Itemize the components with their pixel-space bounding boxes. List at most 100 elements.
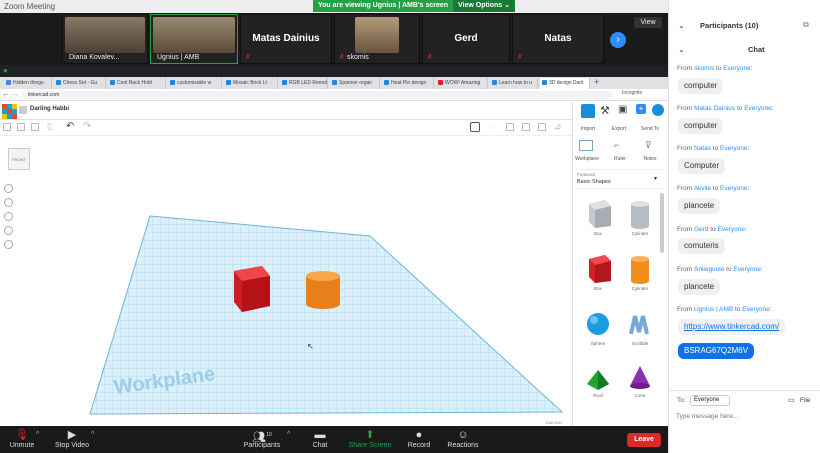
share-screen-button[interactable]: ⬆ Share Screen — [342, 428, 398, 449]
browser-tab[interactable]: Mosaic Brick Lt — [224, 78, 278, 89]
collapse-participants-icon[interactable]: ⌄ — [678, 21, 685, 30]
to-label: To: — [677, 397, 686, 404]
reactions-button[interactable]: ☺ Reactions — [435, 428, 491, 449]
notes-icon[interactable]: ⊽ — [645, 140, 652, 151]
browser-tab[interactable]: Chess Set - Gu — [54, 78, 106, 89]
participants-options-icon[interactable]: ^ — [287, 431, 290, 438]
delete-icon[interactable]: ▯ — [47, 121, 52, 132]
collapse-chat-icon[interactable]: ⌄ — [678, 45, 685, 54]
tinkercad-toolbar: ▯ ↶ ↷ ◌ ⊿ — [0, 120, 572, 136]
cylinder-icon — [631, 256, 649, 284]
hammer-icon[interactable]: ⚒ — [600, 104, 610, 117]
chat-message-selected[interactable]: BSRAG67Q2M6V — [678, 343, 755, 359]
undo-icon[interactable]: ↶ — [66, 121, 74, 132]
video-tile-gerd[interactable]: Gerd ✗ — [422, 14, 510, 64]
browser-tab[interactable]: Cool Rack Hold — [108, 78, 166, 89]
copy-icon[interactable] — [3, 123, 11, 131]
ruler-icon[interactable]: ⌐ — [614, 140, 619, 150]
tinkercad-logo[interactable] — [2, 104, 17, 119]
shapes-scrollbar[interactable] — [660, 193, 664, 253]
back-icon[interactable]: ← — [2, 89, 10, 98]
browser-tab[interactable]: Heat Pin design — [382, 78, 434, 89]
box-icon — [589, 200, 611, 228]
design-title[interactable]: Darling Habbi — [30, 106, 69, 112]
chat-message-input[interactable] — [676, 410, 814, 422]
perspective-icon[interactable] — [4, 240, 13, 249]
shape-box-red[interactable]: Box — [578, 253, 618, 291]
message-sender: From Natas to Everyone: — [677, 145, 750, 152]
new-tab-icon[interactable]: + — [594, 77, 599, 87]
shape-cone[interactable]: Cone — [620, 364, 660, 398]
cylinder-icon — [631, 201, 649, 229]
design-grid-icon[interactable] — [19, 106, 27, 114]
window-title: Zoom Meeting — [4, 2, 56, 11]
video-options-icon[interactable]: ^ — [91, 431, 94, 438]
forward-icon[interactable]: → — [11, 89, 19, 98]
shape-scribble[interactable]: Scribble — [620, 310, 660, 346]
fit-view-icon[interactable] — [4, 198, 13, 207]
shape-box-gray[interactable]: Box — [578, 198, 618, 236]
chat-message-link[interactable]: https://www.tinkercad.com/ — [678, 319, 786, 335]
paste-icon[interactable] — [17, 123, 25, 131]
redo-icon[interactable]: ↷ — [83, 121, 91, 132]
briefcase-icon[interactable]: ▣ — [618, 104, 627, 115]
leave-button[interactable]: Leave — [627, 433, 661, 447]
chat-header: Chat — [748, 45, 765, 54]
popout-icon[interactable]: ⧉ — [803, 20, 809, 30]
light-bulb-icon[interactable]: ◌ — [488, 121, 493, 131]
record-label: Record — [407, 442, 431, 449]
browser-tab[interactable]: Learn how to u — [490, 78, 538, 89]
video-tile-ugnius[interactable]: Ugnius | AMB — [150, 14, 238, 64]
shape-sphere[interactable]: Sphere — [578, 310, 618, 346]
video-tile-matas[interactable]: Matas Dainius ✗ — [240, 14, 332, 64]
group-icon[interactable] — [506, 123, 514, 131]
file-icon[interactable]: ▭ — [788, 396, 795, 404]
shape-cylinder-gray[interactable]: Cylinder — [620, 198, 660, 236]
incognito-label: Incognito — [622, 90, 643, 96]
next-page-button[interactable]: › — [610, 32, 626, 48]
import-button[interactable]: Import — [578, 126, 598, 132]
align-icon[interactable] — [538, 123, 546, 131]
video-tile-diana[interactable]: Diana Kovalev... — [62, 14, 148, 64]
view-options-button[interactable]: View Options ⌄ — [453, 0, 515, 12]
zoom-out-icon[interactable] — [4, 226, 13, 235]
view-button[interactable]: View — [634, 17, 662, 28]
ungroup-icon[interactable] — [522, 123, 530, 131]
shape-label: Cone — [634, 393, 646, 398]
video-tile-skomis[interactable]: ✗ skomis — [334, 14, 420, 64]
browser-tab-active[interactable]: 3D design Darti — [540, 78, 590, 89]
workplane-icon[interactable] — [579, 140, 593, 151]
participant-video — [65, 17, 145, 53]
shape-cylinder-orange[interactable]: Cylinder — [620, 253, 660, 291]
export-button[interactable]: Export — [608, 126, 630, 132]
shape-category-select[interactable]: Featured Basic Shapes ▾ — [574, 169, 662, 189]
show-all-icon[interactable] — [470, 122, 480, 132]
chat-button[interactable]: ▬ Chat — [292, 428, 348, 449]
browser-tab[interactable]: Spanner organ — [330, 78, 380, 89]
zoom-in-icon[interactable] — [4, 212, 13, 221]
view-cube[interactable]: FRONT — [8, 148, 30, 170]
participants-button[interactable]: 👥︎10 Participants — [234, 428, 290, 449]
basic-shapes-label: Basic Shapes — [577, 179, 611, 185]
unmute-button[interactable]: 🎙︎ Unmute — [0, 428, 50, 449]
grid-view-icon[interactable] — [581, 104, 595, 118]
add-user-icon[interactable]: + — [636, 104, 646, 114]
file-button[interactable]: File — [800, 397, 810, 404]
design-canvas[interactable]: Workplane Edit Grid FRONT ↖ — [0, 136, 572, 426]
duplicate-icon[interactable] — [31, 123, 39, 131]
video-tile-natas[interactable]: Natas ✗ — [512, 14, 604, 64]
mirror-icon[interactable]: ⊿ — [554, 121, 562, 132]
audio-options-icon[interactable]: ^ — [36, 431, 39, 438]
participant-name: Gerd — [454, 33, 478, 44]
send-to-button[interactable]: Send To — [636, 126, 664, 132]
browser-tab[interactable]: RGB LED Remot — [280, 78, 328, 89]
home-view-icon[interactable] — [4, 184, 13, 193]
url-field[interactable]: tinkercad.com — [22, 91, 612, 99]
browser-tab[interactable]: WOW! Amazing — [436, 78, 488, 89]
browser-tab[interactable]: customizable w — [168, 78, 222, 89]
recipient-select[interactable]: Everyone — [690, 395, 730, 406]
browser-tab[interactable]: Hidden things — [4, 78, 52, 89]
shape-roof[interactable]: Roof — [578, 364, 618, 398]
avatar[interactable] — [652, 104, 664, 116]
notes-label: Notes — [643, 156, 657, 162]
